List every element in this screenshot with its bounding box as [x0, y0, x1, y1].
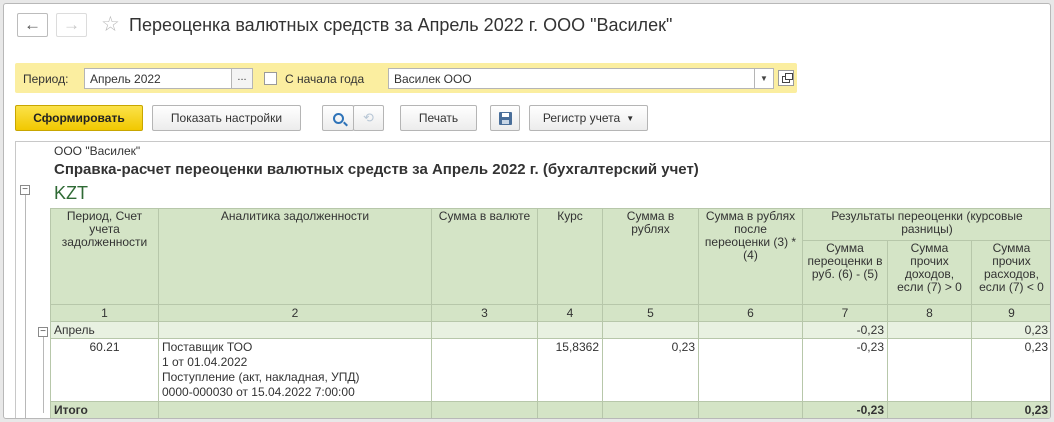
table-cell — [158, 321, 432, 339]
save-button[interactable] — [490, 105, 520, 131]
organization-input[interactable]: Василек ООО — [388, 68, 755, 89]
open-organization-icon[interactable] — [778, 70, 794, 86]
table-header-row: Период, Счет учета задолженности Аналити… — [50, 208, 1050, 305]
analytics-line: Поставщик ТОО — [162, 340, 253, 354]
total-label: Итого — [50, 401, 159, 418]
total-other-expenses: 0,23 — [971, 401, 1050, 418]
search-cancel-button[interactable]: ⟲ — [353, 105, 384, 131]
print-button[interactable]: Печать — [400, 105, 477, 131]
table-row[interactable]: 60.21 Поставщик ТОО 1 от 01.04.2022 Пост… — [50, 338, 1050, 402]
register-button-label: Регистр учета — [542, 111, 621, 125]
column-number: 7 — [802, 304, 888, 322]
group-revaluation-sum: -0,23 — [802, 321, 888, 339]
column-number: 1 — [50, 304, 159, 322]
sum-rub-cell: 0,23 — [602, 338, 699, 402]
period-label: Период: — [23, 72, 69, 86]
collapse-group-icon[interactable]: − — [38, 327, 48, 337]
table-cell — [431, 338, 538, 402]
collapse-report-icon[interactable]: − — [20, 185, 30, 195]
column-number: 4 — [537, 304, 603, 322]
search-cancel-icon: ⟲ — [363, 110, 374, 125]
title-bar: ← → ☆ Переоценка валютных средств за Апр… — [4, 4, 1050, 50]
period-select-button[interactable]: ... — [231, 68, 253, 89]
analytics-line: 0000-000030 от 15.04.2022 7:00:00 — [162, 385, 355, 399]
chevron-down-icon: ▼ — [626, 113, 635, 123]
header-revaluation-sum: Сумма переоценки в руб. (6) - (5) — [802, 240, 888, 305]
header-results-group: Результаты переоценки (курсовые разницы) — [802, 208, 1050, 241]
table-cell — [431, 401, 538, 418]
header-sum-after-revaluation: Сумма в рублях после переоценки (3) * (4… — [698, 208, 803, 305]
account-cell: 60.21 — [50, 338, 159, 402]
arrow-right-icon: → — [63, 15, 80, 34]
report-organization: ООО "Василек" — [54, 144, 141, 158]
rate-cell: 15,8362 — [537, 338, 603, 402]
column-number: 8 — [887, 304, 972, 322]
report-document[interactable]: − − ООО "Василек" Справка-расчет переоце… — [15, 141, 1050, 418]
from-year-start-checkbox[interactable] — [264, 72, 277, 85]
header-analytics: Аналитика задолженности — [158, 208, 432, 305]
analytics-cell: Поставщик ТОО 1 от 01.04.2022 Поступлени… — [158, 338, 432, 402]
save-disk-icon — [498, 111, 512, 125]
organization-dropdown-button[interactable]: ▼ — [755, 68, 774, 89]
total-revaluation-sum: -0,23 — [802, 401, 888, 418]
window-title: Переоценка валютных средств за Апрель 20… — [129, 15, 673, 35]
column-number: 9 — [971, 304, 1050, 322]
period-input[interactable]: Апрель 2022 — [84, 68, 232, 89]
group-label: Апрель — [50, 321, 159, 339]
arrow-left-icon: ← — [24, 15, 41, 34]
table-cell — [602, 321, 699, 339]
search-button[interactable] — [322, 105, 354, 131]
table-cell — [698, 401, 803, 418]
table-cell — [698, 338, 803, 402]
report-window: ← → ☆ Переоценка валютных средств за Апр… — [3, 3, 1051, 419]
other-expenses-cell: 0,23 — [971, 338, 1050, 402]
group-other-expenses: 0,23 — [971, 321, 1050, 339]
from-year-start-label[interactable]: С начала года — [285, 72, 364, 86]
group-row[interactable]: Апрель -0,23 0,23 — [50, 321, 1050, 339]
table-cell — [431, 321, 538, 339]
table-cell — [158, 401, 432, 418]
filter-bar: Период: Апрель 2022 ... С начала года Ва… — [15, 63, 797, 93]
column-number: 3 — [431, 304, 538, 322]
table-cell — [887, 401, 972, 418]
header-rate: Курс — [537, 208, 603, 305]
header-sum-currency: Сумма в валюте — [431, 208, 538, 305]
header-other-expenses: Сумма прочих расходов, если (7) < 0 — [971, 240, 1050, 305]
table-cell — [698, 321, 803, 339]
column-number: 5 — [602, 304, 699, 322]
subgroup-outline-line — [43, 337, 44, 413]
table-cell — [537, 401, 603, 418]
triangle-down-icon: ▼ — [760, 74, 768, 83]
header-other-income: Сумма прочих доходов, если (7) > 0 — [887, 240, 972, 305]
report-currency: KZT — [54, 183, 88, 203]
table-cell — [887, 338, 972, 402]
analytics-line: 1 от 01.04.2022 — [162, 355, 248, 369]
favorite-star-icon[interactable]: ☆ — [101, 12, 120, 37]
header-period-account: Период, Счет учета задолженности — [50, 208, 159, 305]
group-outline-line — [25, 194, 26, 418]
forward-button[interactable]: → — [56, 13, 87, 37]
table-cell — [887, 321, 972, 339]
table-cell — [602, 401, 699, 418]
column-number: 2 — [158, 304, 432, 322]
search-icon — [332, 112, 344, 124]
analytics-line: Поступление (акт, накладная, УПД) — [162, 370, 360, 384]
column-numbers-row: 1 2 3 4 5 6 7 8 9 — [50, 304, 1050, 322]
revaluation-sum-cell: -0,23 — [802, 338, 888, 402]
generate-button[interactable]: Сформировать — [15, 105, 143, 131]
register-button[interactable]: Регистр учета ▼ — [529, 105, 648, 131]
report-title: Справка-расчет переоценки валютных средс… — [54, 161, 699, 178]
total-row: Итого -0,23 0,23 — [50, 401, 1050, 418]
header-sum-rub: Сумма в рублях — [602, 208, 699, 305]
column-number: 6 — [698, 304, 803, 322]
back-button[interactable]: ← — [17, 13, 48, 37]
table-cell — [537, 321, 603, 339]
revaluation-table: Период, Счет учета задолженности Аналити… — [50, 208, 1050, 418]
show-settings-button[interactable]: Показать настройки — [152, 105, 301, 131]
